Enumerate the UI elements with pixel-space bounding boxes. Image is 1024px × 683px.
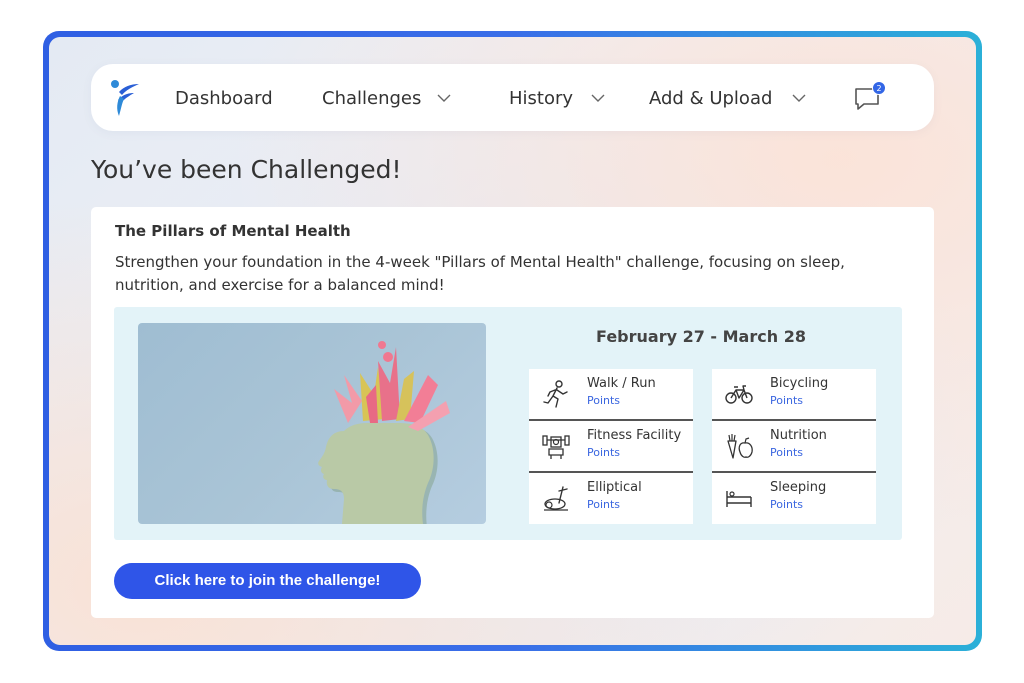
activity-bicycling[interactable]: Bicycling Points [712,369,876,419]
nav-add-upload-label: Add & Upload [649,87,773,109]
nav-dashboard-label: Dashboard [175,87,273,109]
messages-badge: 2 [872,81,886,95]
nav-history[interactable]: History [509,86,605,110]
chevron-down-icon [437,94,451,102]
activity-points[interactable]: Points [770,498,803,511]
join-challenge-button[interactable]: Click here to join the challenge! [114,563,421,599]
page-title: You’ve been Challenged! [91,155,402,184]
activity-elliptical[interactable]: Elliptical Points [529,471,693,524]
nutrition-icon [727,434,753,459]
activity-points[interactable]: Points [770,446,803,459]
top-nav: Dashboard Challenges History Add & Uploa… [91,64,934,131]
bicycle-icon [725,385,753,404]
challenge-dates: February 27 - March 28 [596,327,806,346]
nav-history-label: History [509,87,574,109]
activity-label: Fitness Facility [587,428,682,443]
chevron-down-icon [792,94,806,102]
activity-points[interactable]: Points [587,446,620,459]
nav-challenges[interactable]: Challenges [322,86,451,110]
elliptical-icon [544,486,568,511]
activity-fitness-facility[interactable]: Fitness Facility Points [529,419,693,471]
chevron-down-icon [591,94,605,102]
walk-run-icon [543,380,568,408]
activity-label: Bicycling [770,376,829,391]
activity-points[interactable]: Points [587,498,620,511]
nav-dashboard[interactable]: Dashboard [175,86,273,110]
app-window: Dashboard Challenges History Add & Uploa… [49,37,976,645]
brand-logo-icon[interactable] [110,78,140,118]
activity-walk-run[interactable]: Walk / Run Points [529,369,693,419]
activity-label: Sleeping [770,480,827,495]
activity-points[interactable]: Points [770,394,803,407]
activity-nutrition[interactable]: Nutrition Points [712,419,876,471]
app-frame: Dashboard Challenges History Add & Uploa… [43,31,982,651]
challenge-description: Strengthen your foundation in the 4-week… [115,253,845,294]
activity-points[interactable]: Points [587,394,620,407]
nav-challenges-label: Challenges [322,87,422,109]
challenge-card: The Pillars of Mental Health Strengthen … [91,207,934,618]
activity-sleeping[interactable]: Sleeping Points [712,471,876,524]
nav-add-upload[interactable]: Add & Upload [649,86,806,110]
challenge-details-panel: February 27 - March 28 Walk / Run Points [114,307,902,540]
mental-health-illustration [138,323,486,524]
bed-icon [726,491,752,507]
activity-label: Walk / Run [587,376,656,391]
activity-label: Elliptical [587,480,642,495]
fitness-facility-icon [542,435,570,459]
activity-label: Nutrition [770,428,827,443]
challenge-title: The Pillars of Mental Health [115,222,351,240]
